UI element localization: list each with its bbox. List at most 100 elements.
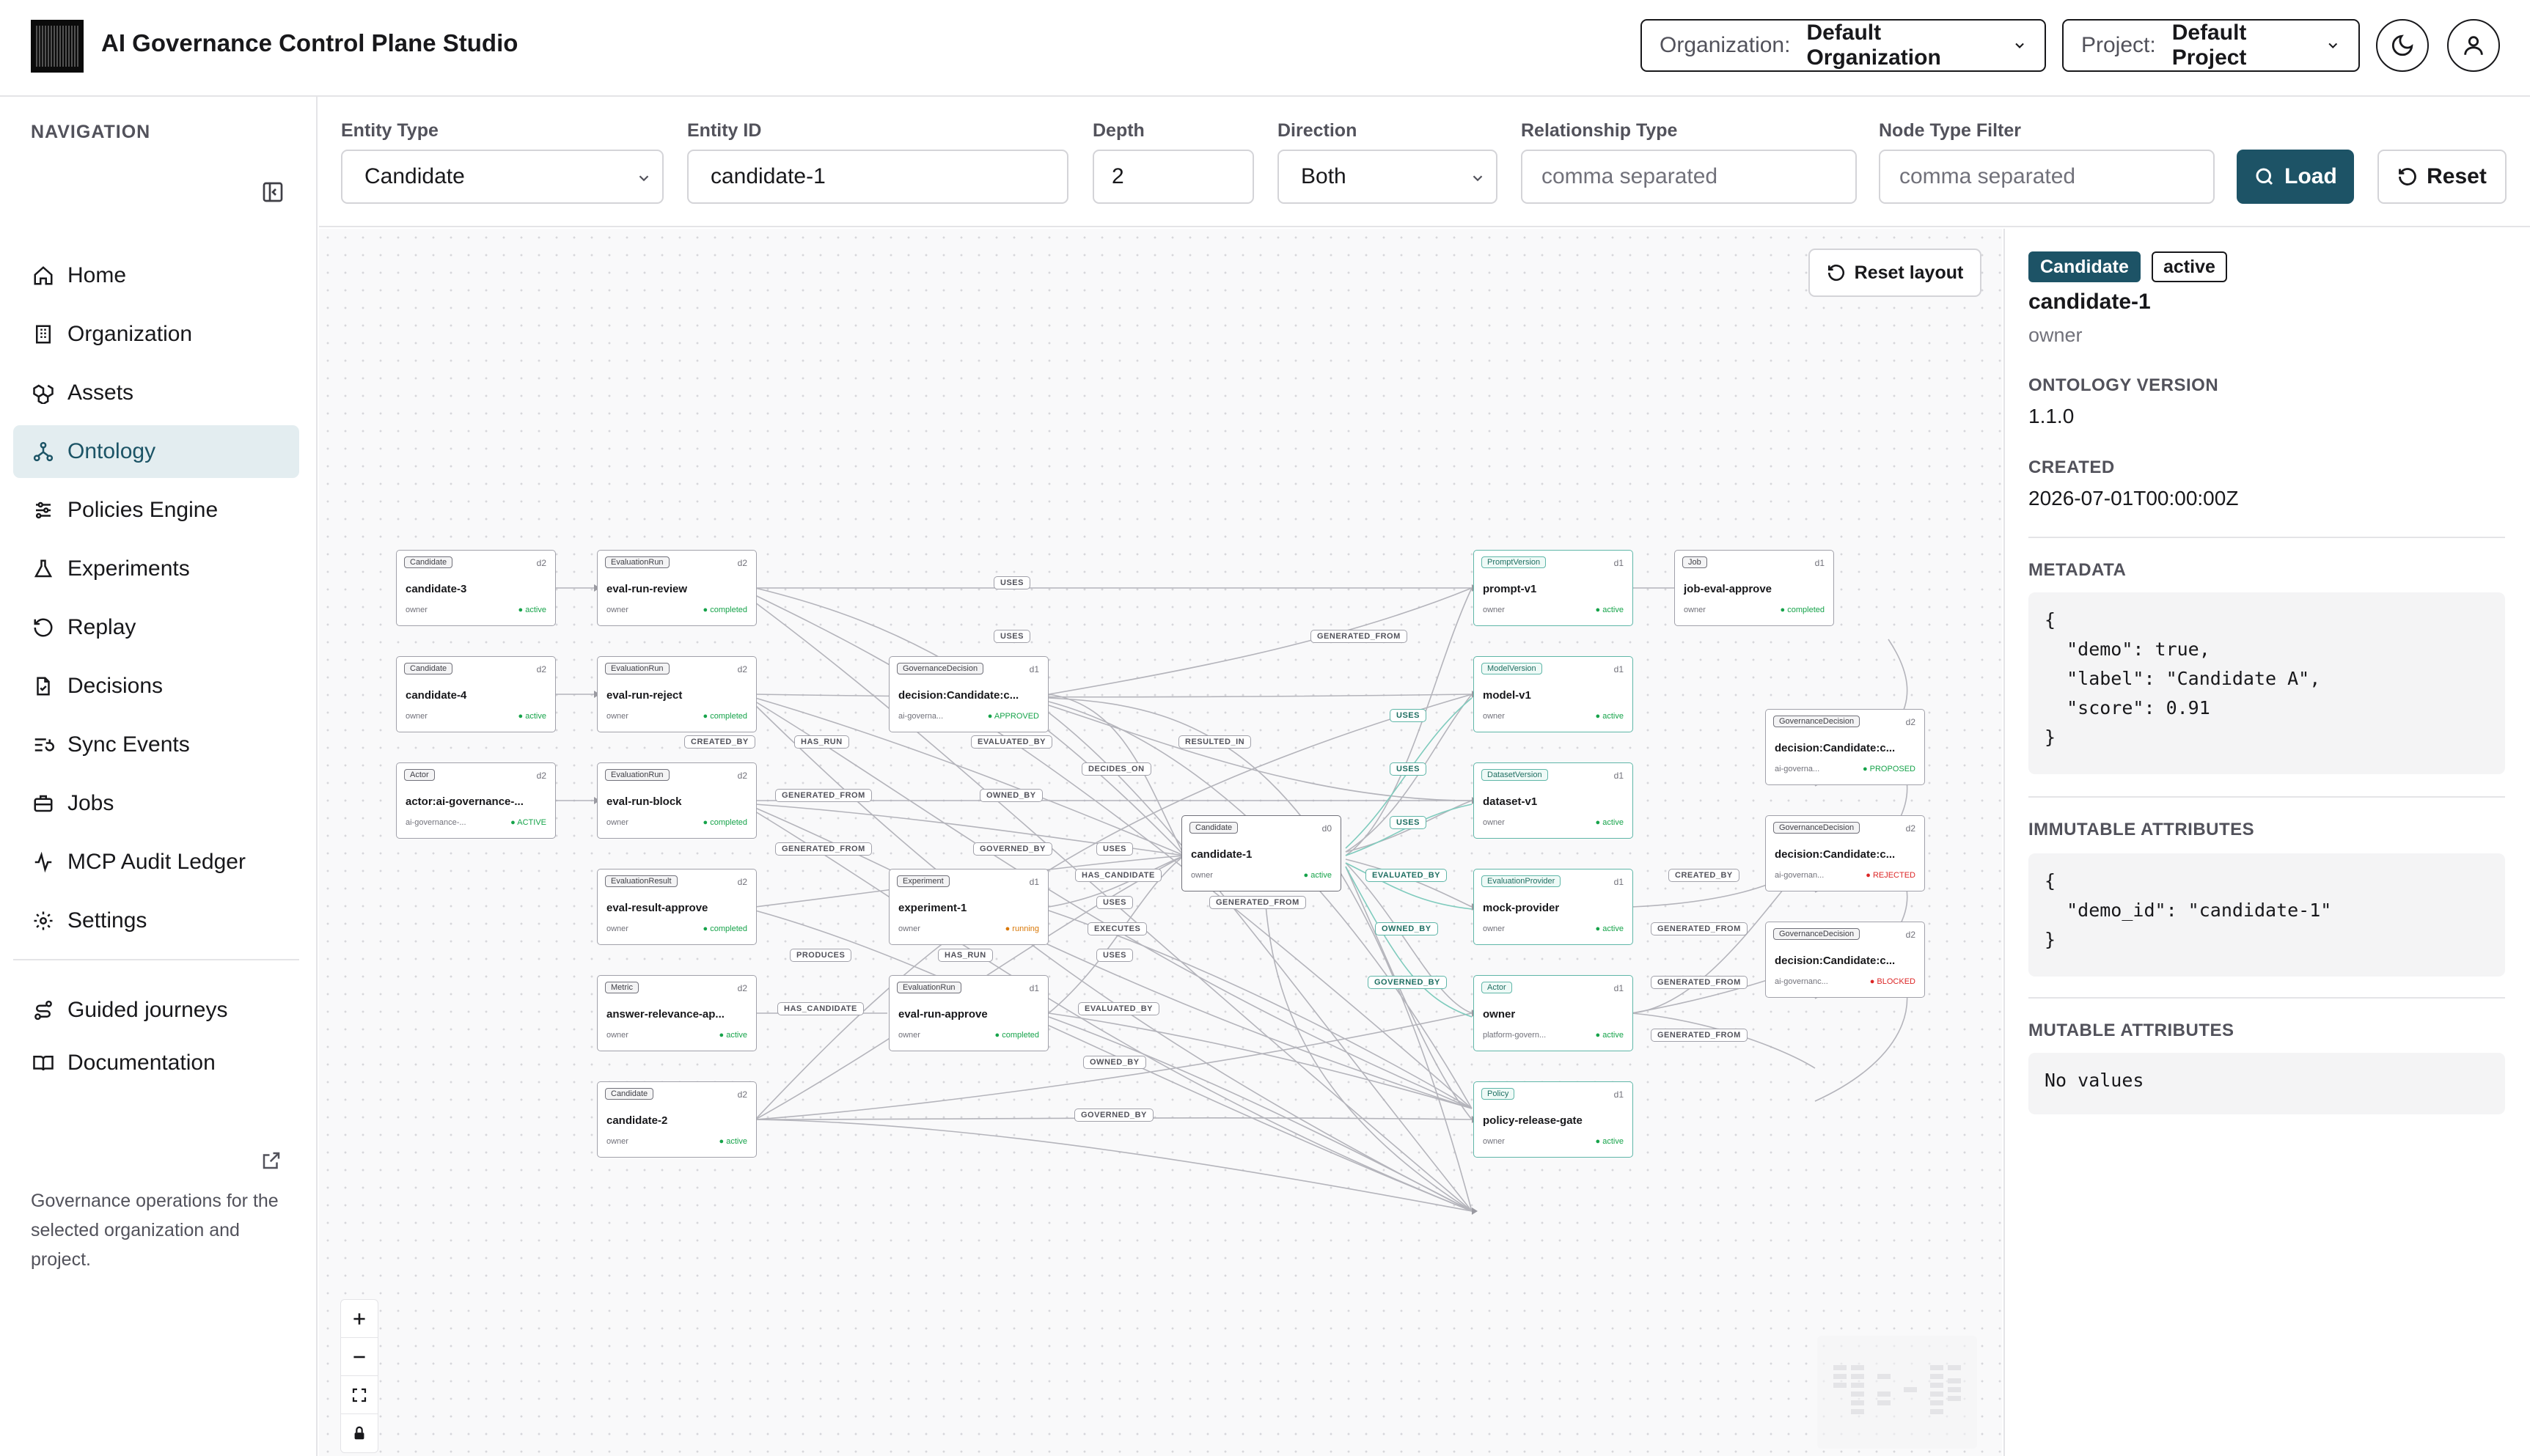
sidebar-collapse-icon[interactable] — [261, 180, 285, 204]
entity-type-select[interactable]: Candidate — [341, 150, 664, 204]
graph-node[interactable]: GovernanceDecision d2 decision:Candidate… — [1765, 815, 1925, 891]
sidebar-item-assets[interactable]: Assets — [13, 367, 299, 419]
sidebar-item-home[interactable]: Home — [13, 249, 299, 302]
zoom-out-button[interactable] — [341, 1338, 378, 1376]
node-owner: owner — [1191, 871, 1213, 880]
sidebar-item-jobs[interactable]: Jobs — [13, 777, 299, 830]
node-type-badge: PromptVersion — [1481, 556, 1547, 568]
edge-label: GENERATED_FROM — [1209, 896, 1306, 909]
node-owner: ai-governance-... — [406, 818, 466, 827]
graph-minimap[interactable] — [1817, 1336, 1977, 1449]
user-menu-button[interactable] — [2447, 19, 2500, 72]
sidebar-item-ontology[interactable]: Ontology — [13, 425, 299, 478]
edge-label: DECIDES_ON — [1082, 762, 1151, 776]
entity-id-input[interactable]: candidate-1 — [687, 150, 1068, 204]
edge-label: PRODUCES — [790, 949, 852, 962]
node-type-badge: Experiment — [897, 875, 950, 887]
node-owner: owner — [606, 712, 628, 721]
node-name: decision:Candidate:c... — [1775, 742, 1896, 754]
node-depth: d1 — [1613, 558, 1624, 568]
graph-node[interactable]: EvaluationRun d2 eval-run-block owner ● … — [597, 762, 757, 839]
graph-node[interactable]: Actor d1 owner platform-govern... ● acti… — [1473, 975, 1633, 1051]
graph-node[interactable]: GovernanceDecision d2 decision:Candidate… — [1765, 922, 1925, 998]
project-select[interactable]: Project: Default Project — [2062, 19, 2360, 72]
edge-label: USES — [1096, 949, 1133, 962]
book-icon — [31, 1051, 56, 1076]
node-status: ● active — [518, 712, 546, 721]
graph-node[interactable]: PromptVersion d1 prompt-v1 owner ● activ… — [1473, 550, 1633, 626]
node-name: owner — [1483, 1008, 1516, 1021]
node-type-filter-input[interactable]: comma separated — [1879, 150, 2215, 204]
graph-node[interactable]: DatasetVersion d1 dataset-v1 owner ● act… — [1473, 762, 1633, 839]
fit-view-icon — [352, 1388, 367, 1402]
node-status-text: completed — [1787, 606, 1825, 614]
node-name: experiment-1 — [898, 902, 967, 914]
sidebar-item-replay[interactable]: Replay — [13, 601, 299, 654]
sidebar-item-organization[interactable]: Organization — [13, 308, 299, 361]
graph-node[interactable]: Actor d2 actor:ai-governance-... ai-gove… — [396, 762, 556, 839]
graph-node[interactable]: EvaluationRun d2 eval-run-reject owner ●… — [597, 656, 757, 732]
edge-label: GENERATED_FROM — [1651, 922, 1748, 935]
sidebar-item-decisions[interactable]: Decisions — [13, 660, 299, 713]
sidebar-item-label: Experiments — [67, 556, 190, 581]
graph-node[interactable]: EvaluationRun d1 eval-run-approve owner … — [889, 975, 1049, 1051]
graph-node[interactable]: ModelVersion d1 model-v1 owner ● active — [1473, 656, 1633, 732]
graph-node[interactable]: EvaluationProvider d1 mock-provider owne… — [1473, 869, 1633, 945]
theme-toggle-button[interactable] — [2376, 19, 2429, 72]
sidebar-item-label: Assets — [67, 380, 134, 405]
edge-label: USES — [994, 576, 1030, 589]
sidebar-item-documentation[interactable]: Documentation — [13, 1037, 299, 1089]
fit-view-button[interactable] — [341, 1376, 378, 1414]
sidebar-item-mcp-audit-ledger[interactable]: MCP Audit Ledger — [13, 836, 299, 889]
reset-button[interactable]: Reset — [2377, 150, 2507, 204]
graph-node[interactable]: GovernanceDecision d2 decision:Candidate… — [1765, 709, 1925, 785]
graph-node[interactable]: Candidate d2 candidate-2 owner ● active — [597, 1081, 757, 1158]
edge-label: GOVERNED_BY — [1368, 976, 1447, 989]
organization-select[interactable]: Organization: Default Organization — [1640, 19, 2046, 72]
sidebar-item-label: Settings — [67, 908, 147, 933]
sidebar-item-guided-journeys[interactable]: Guided journeys — [13, 984, 299, 1037]
node-status-text: active — [726, 1031, 747, 1040]
sidebar-item-label: Ontology — [67, 439, 156, 463]
reset-layout-button[interactable]: Reset layout — [1808, 249, 1981, 297]
graph-node[interactable]: EvaluationResult d2 eval-result-approve … — [597, 869, 757, 945]
chevron-down-icon — [2015, 43, 2024, 48]
zoom-in-button[interactable] — [341, 1300, 378, 1338]
relationship-type-input[interactable]: comma separated — [1521, 150, 1857, 204]
node-depth: d2 — [1905, 823, 1915, 834]
node-status: ● completed — [703, 818, 747, 827]
network-icon — [31, 439, 56, 464]
graph-node[interactable]: Policy d1 policy-release-gate owner ● ac… — [1473, 1081, 1633, 1158]
graph-node[interactable]: Candidate d2 candidate-3 owner ● active — [396, 550, 556, 626]
node-owner: owner — [606, 1031, 628, 1040]
sidebar-item-policies-engine[interactable]: Policies Engine — [13, 484, 299, 537]
graph-node[interactable]: Experiment d1 experiment-1 owner ● runni… — [889, 869, 1049, 945]
depth-input[interactable]: 2 — [1093, 150, 1254, 204]
sidebar-item-settings[interactable]: Settings — [13, 894, 299, 947]
direction-select[interactable]: Both — [1277, 150, 1497, 204]
project-label: Project: — [2081, 33, 2156, 57]
node-name: candidate-4 — [406, 689, 467, 702]
graph-node[interactable]: Metric d2 answer-relevance-ap... owner ●… — [597, 975, 757, 1051]
zoom-controls — [340, 1299, 378, 1453]
load-button[interactable]: Load — [2237, 150, 2354, 204]
edge-label: OWNED_BY — [980, 789, 1043, 802]
graph-node-selected[interactable]: Candidate d0 candidate-1 owner ● active — [1181, 815, 1341, 891]
direction-value: Both — [1301, 164, 1346, 188]
moon-icon — [2391, 34, 2413, 56]
sidebar-item-sync-events[interactable]: Sync Events — [13, 718, 299, 771]
edge-label: GENERATED_FROM — [775, 789, 872, 802]
sidebar-item-label: MCP Audit Ledger — [67, 850, 246, 874]
graph-node[interactable]: EvaluationRun d2 eval-run-review owner ●… — [597, 550, 757, 626]
node-depth: d2 — [737, 983, 747, 993]
lock-button[interactable] — [341, 1414, 378, 1452]
sidebar-item-experiments[interactable]: Experiments — [13, 543, 299, 595]
node-depth: d2 — [1905, 930, 1915, 940]
graph-node[interactable]: Candidate d2 candidate-4 owner ● active — [396, 656, 556, 732]
minus-icon — [353, 1356, 365, 1358]
graph-node[interactable]: GovernanceDecision d1 decision:Candidate… — [889, 656, 1049, 732]
ontology-graph-canvas[interactable]: Candidate d2 candidate-3 owner ● active … — [319, 229, 2002, 1456]
node-owner: owner — [1483, 712, 1505, 721]
node-status: ● active — [1595, 606, 1624, 614]
graph-node[interactable]: Job d1 job-eval-approve owner ● complete… — [1674, 550, 1834, 626]
